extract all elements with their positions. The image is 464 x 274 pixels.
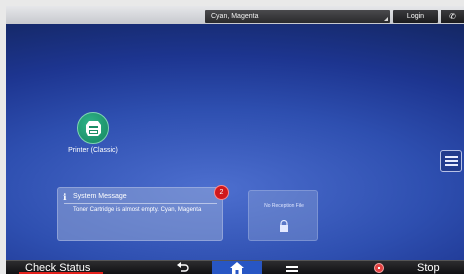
stop-icon [374,263,384,273]
menu-button[interactable] [286,263,298,273]
expand-corner-icon [384,17,388,21]
toner-status-field[interactable]: Cyan, Magenta [205,10,390,23]
info-icon: ℹ [63,192,67,202]
reception-file-widget[interactable]: No Reception File [248,190,318,241]
top-bar: Cyan, Magenta Login ✆ [6,6,464,24]
system-message-body: Toner Cartridge is almost empty. Cyan, M… [73,207,202,213]
phone-icon[interactable]: ✆ [441,10,464,23]
system-message-title: System Message [73,193,127,200]
stop-button[interactable]: Stop [417,262,440,274]
system-message-widget[interactable]: ℹ System Message Toner Cartridge is almo… [57,187,223,241]
back-button[interactable] [176,261,190,274]
notification-badge: 2 [214,185,229,200]
home-icon [230,262,244,274]
app-label: Printer (Classic) [68,147,118,154]
divider [64,203,217,204]
list-icon [445,156,458,166]
widget-list-button[interactable] [440,150,462,172]
app-printer-classic[interactable]: Printer (Classic) [56,112,130,158]
toner-status-text: Cyan, Magenta [211,13,259,20]
reception-label: No Reception File [264,203,304,209]
printer-icon [77,112,109,144]
login-button[interactable]: Login [393,10,438,23]
device-screen: Cyan, Magenta Login ✆ Printer (Classic) [6,6,464,274]
back-arrow-icon [177,262,189,272]
lock-icon [280,220,288,232]
home-button[interactable] [212,261,262,274]
menu-icon [286,266,298,272]
